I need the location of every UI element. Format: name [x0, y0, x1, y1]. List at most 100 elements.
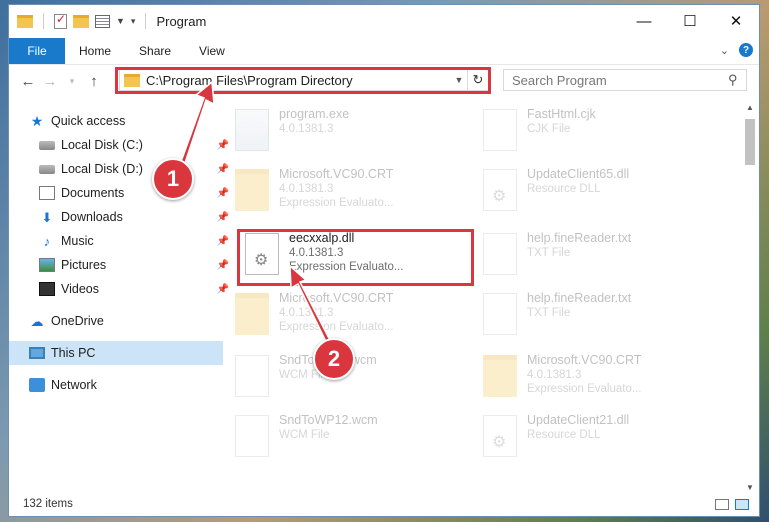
file-tile[interactable]: Microsoft.VC90.CRT 4.0.1381.3 Expression E…: [229, 165, 469, 221]
divider: [145, 13, 147, 29]
sidebar-item-documents[interactable]: Documents 📌: [9, 181, 233, 205]
sidebar-item-label: This PC: [51, 346, 96, 360]
file-tile[interactable]: help.fineReader.txt TXT File: [477, 289, 717, 345]
folder-icon: [235, 169, 269, 211]
file-name: SndToWP12.wcm: [279, 413, 378, 427]
help-icon[interactable]: ?: [739, 43, 753, 57]
sidebar-item-label: Downloads: [61, 210, 123, 224]
pictures-icon: [39, 258, 55, 272]
file-name: Microsoft.VC90.CRT: [279, 291, 394, 305]
videos-icon: [39, 282, 55, 296]
new-folder-icon[interactable]: [73, 14, 89, 28]
tab-file[interactable]: File: [9, 37, 65, 64]
explorer-window: ▼ ▾ Program — ☐ ✕ File Home Share View ⌄…: [8, 4, 760, 517]
sidebar-item-label: Pictures: [61, 258, 107, 272]
disk-icon: [39, 164, 55, 174]
scroll-thumb[interactable]: [745, 119, 755, 165]
recent-locations-button[interactable]: ▾: [61, 76, 83, 87]
star-icon: ★: [30, 112, 44, 129]
tab-home[interactable]: Home: [65, 44, 125, 58]
file-icon: [483, 109, 517, 151]
close-button[interactable]: ✕: [713, 5, 759, 37]
file-version: 4.0.1381.3: [279, 183, 334, 195]
file-name: Microsoft.VC90.CRT: [527, 353, 642, 367]
file-name: UpdateClient21.dll: [527, 413, 630, 427]
tiles-view-icon[interactable]: [735, 498, 749, 510]
sidebar-item-music[interactable]: ♪ Music 📌: [9, 229, 233, 253]
properties-icon[interactable]: [95, 14, 110, 28]
file-tile[interactable]: UpdateClient21.dll Resource DLL: [477, 411, 717, 467]
file-tile[interactable]: program.exe 4.0.1381.3: [229, 105, 469, 161]
forward-button[interactable]: →: [39, 73, 61, 90]
file-description: Expression Evaluato...: [279, 197, 394, 209]
sidebar-item-downloads[interactable]: ⬇ Downloads 📌: [9, 205, 233, 229]
file-icon: [483, 293, 517, 335]
sidebar-item-this-pc[interactable]: This PC: [9, 341, 223, 365]
address-highlight-box: [115, 67, 491, 94]
callout-1: 1: [152, 158, 194, 200]
file-name: help.fineReader.txt: [527, 231, 632, 245]
sidebar-item-label: Quick access: [51, 114, 126, 128]
file-name: UpdateClient65.dll: [527, 167, 630, 181]
title-bar: ▼ ▾ Program — ☐ ✕: [9, 5, 759, 37]
file-tile[interactable]: Microsoft.VC90.CRT 4.0.1381.3 Expression E…: [229, 289, 469, 345]
sidebar-item-pictures[interactable]: Pictures 📌: [9, 253, 233, 277]
search-input[interactable]: Search Program: [512, 73, 728, 88]
divider: [43, 13, 44, 29]
up-button[interactable]: ↑: [83, 73, 105, 90]
tab-share[interactable]: Share: [125, 44, 185, 58]
sidebar-item-local-disk-d[interactable]: Local Disk (D:) 📌: [9, 157, 233, 181]
customize-toolbar-icon[interactable]: ▾: [131, 16, 136, 27]
callout-2: 2: [313, 338, 355, 380]
downloads-icon: ⬇: [41, 210, 53, 225]
ribbon: File Home Share View ⌄ ?: [9, 37, 759, 65]
file-tile[interactable]: Microsoft.VC90.CRT 4.0.1381.3 Expression E…: [477, 351, 717, 407]
file-tile[interactable]: help.fineReader.txt TXT File: [477, 229, 717, 285]
documents-icon: [39, 186, 55, 200]
file-type: TXT File: [527, 247, 571, 259]
file-type: TXT File: [527, 307, 571, 319]
file-tile[interactable]: SndToWP12.wcm WCM File: [229, 411, 469, 467]
file-type: Resource DLL: [527, 429, 601, 441]
chevron-down-icon[interactable]: ▼: [116, 16, 125, 26]
vertical-scrollbar[interactable]: ▲ ▼: [743, 101, 757, 495]
maximize-button[interactable]: ☐: [667, 5, 713, 37]
sidebar-item-onedrive[interactable]: ☁ OneDrive: [9, 309, 223, 333]
folder-icon: [17, 14, 33, 28]
view-switcher: [715, 498, 749, 510]
file-description: Expression Evaluato...: [527, 383, 642, 395]
tab-view[interactable]: View: [185, 44, 239, 58]
expand-ribbon-icon[interactable]: ⌄: [720, 44, 729, 57]
file-name: program.exe: [279, 107, 350, 121]
scroll-up-icon[interactable]: ▲: [743, 101, 757, 115]
disk-icon: [39, 140, 55, 150]
file-type: Resource DLL: [527, 183, 601, 195]
file-icon: [235, 415, 269, 457]
file-tile[interactable]: UpdateClient65.dll Resource DLL: [477, 165, 717, 221]
details-view-icon[interactable]: [715, 498, 729, 510]
file-icon: [483, 233, 517, 275]
properties-check-icon[interactable]: [54, 12, 67, 29]
file-version: 4.0.1381.3: [279, 123, 334, 135]
minimize-button[interactable]: —: [621, 5, 667, 37]
dll-icon: [483, 169, 517, 211]
file-type: CJK File: [527, 123, 571, 135]
file-type: WCM File: [279, 429, 330, 441]
search-icon[interactable]: ⚲: [728, 72, 746, 88]
file-description: Expression Evaluato...: [279, 321, 394, 333]
file-name: Microsoft.VC90.CRT: [279, 167, 394, 181]
sidebar-item-network[interactable]: Network: [9, 373, 223, 397]
sidebar-item-label: Videos: [61, 282, 99, 296]
file-name: help.fineReader.txt: [527, 291, 632, 305]
folder-icon: [235, 293, 269, 335]
sidebar-item-quick-access[interactable]: ★ Quick access: [9, 109, 223, 133]
this-pc-icon: [29, 347, 45, 359]
quick-access-toolbar: ▼ ▾: [17, 12, 150, 29]
back-button[interactable]: ←: [17, 73, 39, 90]
sidebar-item-local-disk-c[interactable]: Local Disk (C:) 📌: [9, 133, 233, 157]
file-tile[interactable]: FastHtml.cjk CJK File: [477, 105, 717, 161]
sidebar-item-label: Music: [61, 234, 94, 248]
file-list: program.exe 4.0.1381.3 FastHtml.cjk CJK Fi…: [219, 101, 739, 495]
sidebar-item-videos[interactable]: Videos 📌: [9, 277, 233, 301]
search-box[interactable]: Search Program ⚲: [503, 69, 747, 91]
